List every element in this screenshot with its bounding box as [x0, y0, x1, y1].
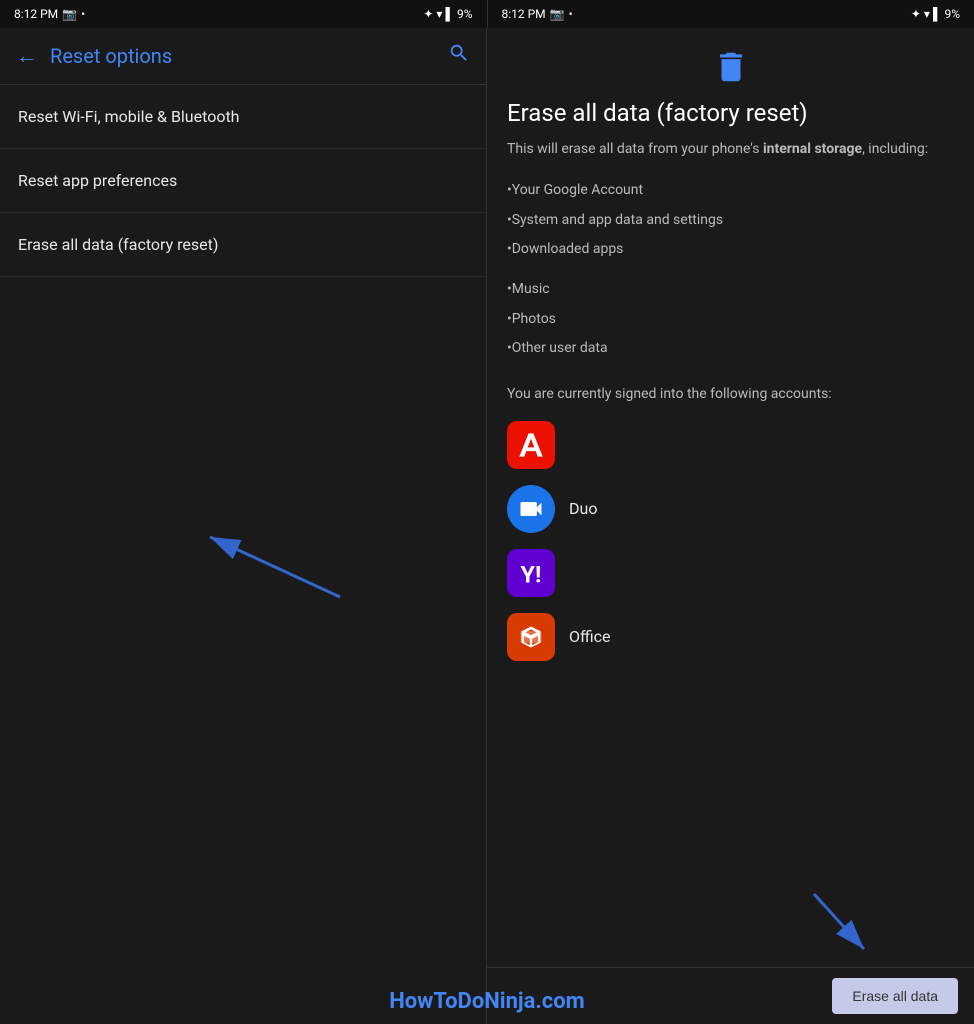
- toolbar: ← Reset options: [0, 28, 486, 84]
- wifi-icon: ▾: [436, 7, 442, 21]
- status-time-right: 8:12 PM 📷 •: [502, 7, 573, 21]
- back-button[interactable]: ←: [16, 45, 38, 67]
- dot-icon-right: •: [569, 7, 573, 21]
- duo-label: Duo: [569, 499, 597, 518]
- yahoo-icon: Y!: [507, 549, 555, 597]
- erase-description: This will erase all data from your phone…: [507, 139, 954, 160]
- page-title: Reset options: [50, 44, 436, 68]
- bullet-userdata: •Other user data: [507, 334, 954, 364]
- menu-item-factory-reset[interactable]: Erase all data (factory reset): [0, 213, 486, 277]
- list-item: Y!: [507, 549, 954, 597]
- search-button[interactable]: [448, 42, 470, 70]
- trash-icon: [712, 48, 750, 86]
- status-bar-left: 8:12 PM 📷 • ✦ ▾ ▌ 9%: [0, 0, 488, 28]
- camera-icon: 📷: [62, 7, 77, 21]
- bluetooth-icon-right: ✦: [911, 7, 921, 21]
- office-label: Office: [569, 627, 611, 646]
- list-item: Duo: [507, 485, 954, 533]
- yahoo-logo: Y!: [517, 559, 545, 587]
- office-logo: [517, 623, 545, 651]
- adobe-icon: [507, 421, 555, 469]
- bullet-music: •Music: [507, 275, 954, 305]
- dot-icon: •: [81, 7, 85, 21]
- annotation-arrow-left: [180, 517, 380, 617]
- camera-icon-right: 📷: [550, 7, 565, 21]
- signal-icon: ▌: [445, 7, 454, 21]
- search-icon: [448, 42, 470, 64]
- main-panels: ← Reset options Reset Wi-Fi, mobile & Bl…: [0, 28, 974, 1024]
- status-bar: 8:12 PM 📷 • ✦ ▾ ▌ 9% 8:12 PM 📷 • ✦ ▾ ▌ 9…: [0, 0, 974, 28]
- office-icon: [507, 613, 555, 661]
- right-panel: Erase all data (factory reset) This will…: [487, 28, 974, 1024]
- erase-title: Erase all data (factory reset): [507, 98, 954, 129]
- menu-item-wifi[interactable]: Reset Wi-Fi, mobile & Bluetooth: [0, 85, 486, 149]
- duo-logo: [517, 495, 545, 523]
- status-icons-left: ✦ ▾ ▌ 9%: [423, 7, 472, 21]
- signal-icon-right: ▌: [933, 7, 942, 21]
- duo-icon: [507, 485, 555, 533]
- accounts-section: You are currently signed into the follow…: [507, 384, 954, 661]
- status-time-left: 8:12 PM 📷 •: [14, 7, 85, 21]
- list-item: [507, 421, 954, 469]
- wifi-icon-right: ▾: [924, 7, 930, 21]
- bluetooth-icon: ✦: [423, 7, 433, 21]
- bullet-photos: •Photos: [507, 305, 954, 335]
- right-content: Erase all data (factory reset) This will…: [487, 28, 974, 967]
- left-annotation-area: [0, 277, 486, 1024]
- status-icons-right: ✦ ▾ ▌ 9%: [911, 7, 960, 21]
- status-bar-right: 8:12 PM 📷 • ✦ ▾ ▌ 9%: [488, 0, 974, 28]
- accounts-label: You are currently signed into the follow…: [507, 384, 954, 405]
- adobe-logo: [517, 431, 545, 459]
- list-item: Office: [507, 613, 954, 661]
- bullet-apps: •Downloaded apps: [507, 235, 954, 265]
- left-panel: ← Reset options Reset Wi-Fi, mobile & Bl…: [0, 28, 487, 1024]
- bottom-bar: Erase all data: [487, 967, 974, 1024]
- menu-item-app-prefs[interactable]: Reset app preferences: [0, 149, 486, 213]
- bullet-system: •System and app data and settings: [507, 206, 954, 236]
- bullet-google: •Your Google Account: [507, 176, 954, 206]
- bullet-list-2: •Music •Photos •Other user data: [507, 275, 954, 364]
- bullet-list: •Your Google Account •System and app dat…: [507, 176, 954, 265]
- erase-all-data-button[interactable]: Erase all data: [832, 978, 958, 1014]
- trash-icon-container: [507, 48, 954, 86]
- svg-text:Y!: Y!: [521, 560, 542, 587]
